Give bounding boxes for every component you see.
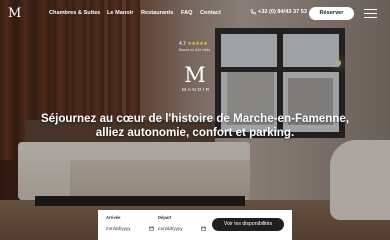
- reserve-button[interactable]: Réserver: [309, 7, 354, 20]
- star-rating-icon: ★★★★★: [187, 41, 208, 47]
- booking-form: Arrivée mm/dd/yyyy Départ mm/dd/yyyy Voi…: [98, 210, 292, 240]
- nav-chambres-suites[interactable]: Chambres & Suites: [49, 10, 100, 16]
- nav-le-manoir[interactable]: Le Manoir: [107, 10, 133, 16]
- site-logo[interactable]: M: [8, 7, 22, 21]
- phone-link[interactable]: +32 (0) 84/43 37 53: [250, 9, 307, 15]
- calendar-icon[interactable]: [201, 226, 206, 231]
- rating-summary: 4.7 ★★★★★: [179, 41, 208, 47]
- nav-contact[interactable]: Contact: [200, 10, 221, 16]
- rating-score: 4.7: [179, 41, 186, 47]
- arrival-date-input[interactable]: mm/dd/yyyy: [106, 224, 154, 233]
- nav-restaurants[interactable]: Restaurants: [141, 10, 173, 16]
- brand-wordmark: MANOIR: [182, 88, 211, 93]
- check-availability-button[interactable]: Voir les disponibilités: [212, 218, 284, 231]
- departure-date-input[interactable]: mm/dd/yyyy: [158, 224, 206, 233]
- headline-line-2: alliez autonomie, confort et parking.: [95, 126, 295, 139]
- hamburger-menu-icon[interactable]: [364, 9, 377, 18]
- brand-monogram: M: [184, 63, 206, 87]
- headline-line-1: Séjournez au cœur de l'histoire de March…: [40, 112, 350, 125]
- nav-faq[interactable]: FAQ: [181, 10, 193, 16]
- departure-date-value: mm/dd/yyyy: [158, 226, 183, 231]
- hero-headline: Séjournez au cœur de l'histoire de March…: [0, 112, 390, 140]
- arrival-label: Arrivée: [106, 215, 121, 220]
- rating-source: Based on 634 visits: [179, 48, 211, 52]
- departure-label: Départ: [158, 215, 172, 220]
- phone-icon: [250, 9, 256, 15]
- arrival-date-value: mm/dd/yyyy: [106, 226, 131, 231]
- calendar-icon[interactable]: [149, 226, 154, 231]
- phone-number: +32 (0) 84/43 37 53: [258, 9, 307, 15]
